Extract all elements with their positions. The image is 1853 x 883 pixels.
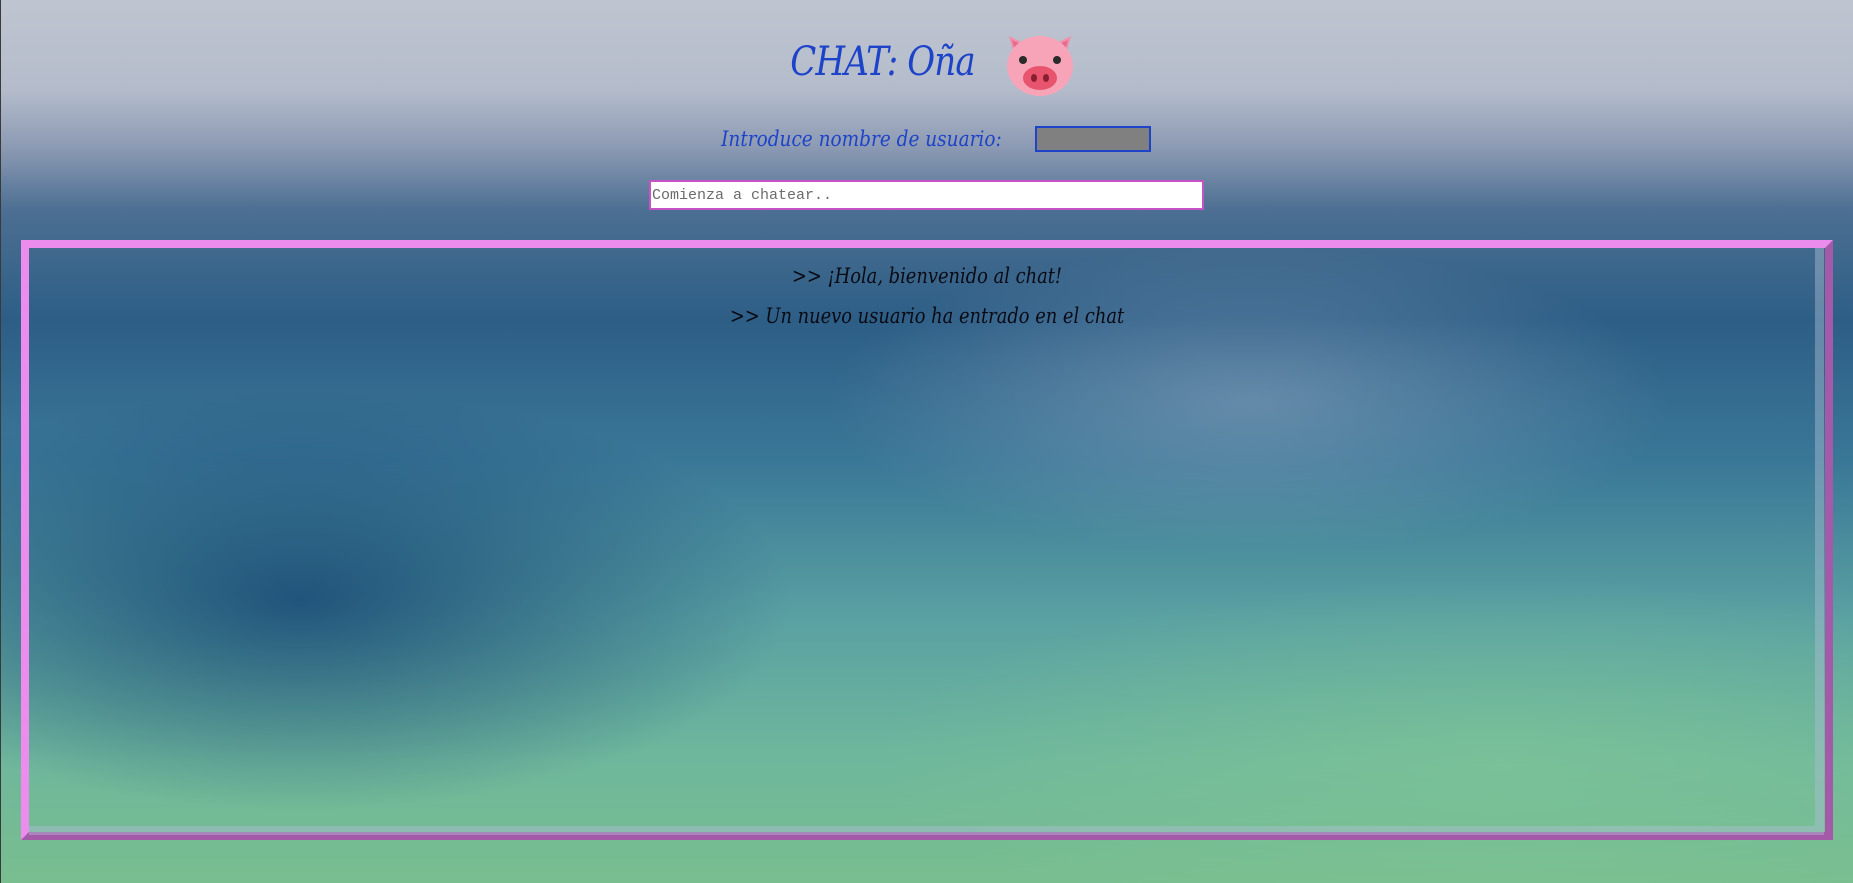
page-header: CHAT: Oña (0, 22, 1853, 102)
chat-messages-box: >> ¡Hola, bienvenido al chat! >> Un nuev… (21, 240, 1833, 840)
username-row: Introduce nombre de usuario: (0, 126, 1853, 152)
username-label: Introduce nombre de usuario: (721, 127, 1002, 151)
page-title: CHAT: Oña (790, 39, 975, 85)
username-input[interactable] (1034, 126, 1151, 152)
message-list: >> ¡Hola, bienvenido al chat! >> Un nuev… (29, 256, 1825, 336)
chat-inner-panel (29, 248, 1824, 835)
chat-message: >> ¡Hola, bienvenido al chat! (791, 264, 1063, 288)
chat-message: >> Un nuevo usuario ha entrado en el cha… (729, 304, 1125, 328)
pig-face-icon (1007, 36, 1074, 96)
chat-message-input[interactable] (649, 180, 1204, 210)
